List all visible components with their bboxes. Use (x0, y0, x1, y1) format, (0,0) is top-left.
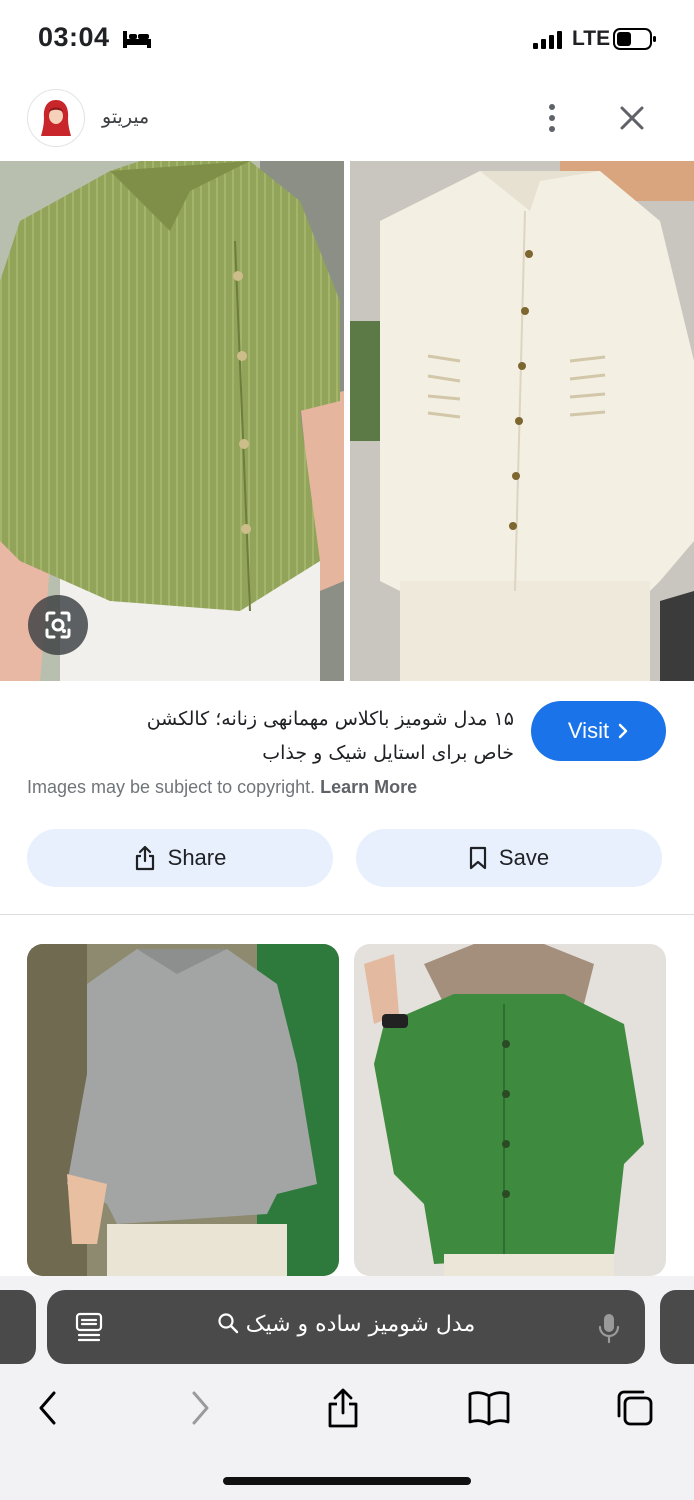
site-name[interactable]: میریتو (102, 106, 149, 129)
tabs-button[interactable] (611, 1384, 659, 1432)
bed-icon (123, 31, 151, 48)
status-bar: 03:04 LTE (0, 0, 694, 78)
close-icon[interactable] (616, 102, 648, 134)
result-header: میریتو (0, 84, 694, 156)
visit-label: Visit (567, 718, 610, 743)
forward-icon (192, 1391, 209, 1425)
signal-icon (533, 31, 562, 49)
related-image-green-blouse[interactable] (354, 944, 666, 1276)
address-query: مدل شومیز ساده و شیک (245, 1312, 476, 1337)
address-text: مدل شومیز ساده و شیک (47, 1312, 645, 1337)
main-result-image[interactable] (0, 161, 694, 681)
share-label: Share (167, 845, 227, 870)
more-vert-icon[interactable] (538, 100, 566, 136)
network-label: LTE (572, 27, 611, 50)
tabs-icon (617, 1390, 653, 1426)
visit-button[interactable]: Visit (531, 701, 666, 761)
back-icon (39, 1391, 56, 1425)
home-indicator (223, 1477, 471, 1485)
bookmark-icon (469, 846, 487, 870)
result-title-line1: ۱۵ مدل شومیز باکلاس مهمانهی زنانه؛ کالکش… (146, 708, 514, 730)
share-sheet-button[interactable] (319, 1384, 367, 1432)
chevron-right-icon (618, 723, 628, 739)
status-time: 03:04 (38, 22, 110, 52)
lens-icon (45, 611, 71, 639)
bookmarks-icon (468, 1391, 510, 1426)
result-title-line2: خاص برای استایل شیک و جذاب (262, 742, 514, 764)
address-bar[interactable]: مدل شومیز ساده و شیک (47, 1290, 645, 1364)
back-button[interactable] (24, 1384, 72, 1432)
learn-more-link[interactable]: Learn More (320, 777, 417, 797)
section-divider (0, 914, 694, 915)
lens-button[interactable] (28, 595, 88, 655)
related-image-gray-blouse[interactable] (27, 944, 339, 1276)
share-icon (135, 845, 154, 871)
next-tab-peek[interactable] (660, 1290, 694, 1364)
share-sheet-icon (328, 1388, 358, 1428)
forward-button[interactable] (176, 1384, 224, 1432)
share-button[interactable]: Share (27, 829, 333, 887)
mic-icon[interactable] (597, 1312, 621, 1344)
copyright-notice: Images may be subject to copyright. Lear… (27, 777, 417, 798)
save-button[interactable]: Save (356, 829, 662, 887)
site-logo[interactable] (27, 89, 85, 147)
copyright-text: Images may be subject to copyright. (27, 777, 316, 797)
save-label: Save (498, 845, 550, 870)
search-icon (218, 1313, 238, 1334)
previous-tab-peek[interactable] (0, 1290, 36, 1364)
battery-icon (613, 28, 656, 50)
result-title[interactable]: ۱۵ مدل شومیز باکلاس مهمانهی زنانه؛ کالکش… (24, 702, 514, 770)
bookmarks-button[interactable] (465, 1384, 513, 1432)
